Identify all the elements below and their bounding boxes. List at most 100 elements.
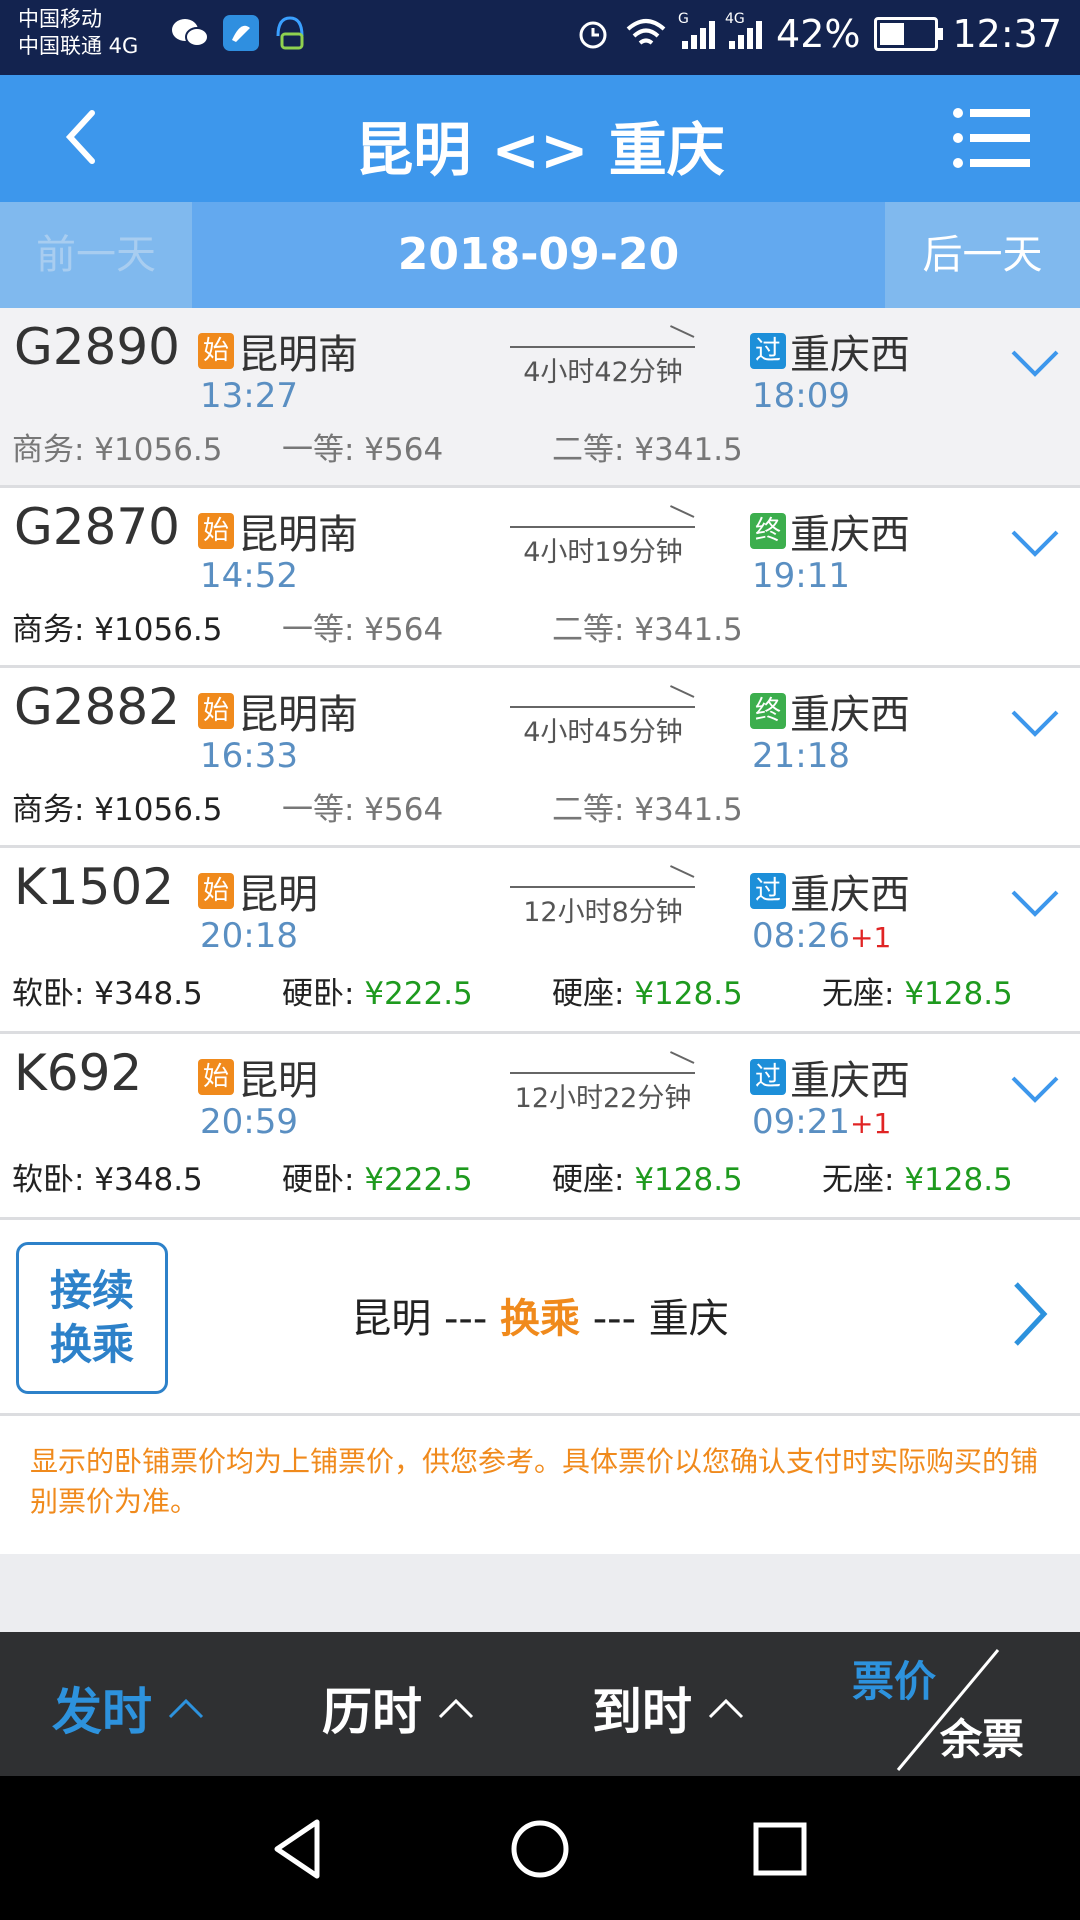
train-number: G2870 [14, 498, 180, 556]
train-number: K692 [14, 1044, 143, 1102]
train-row[interactable]: G2890 始 昆明南 13:27 4小时42分钟 过 重庆西 18:09 商务… [0, 308, 1080, 488]
recents-square-icon[interactable] [745, 1814, 815, 1884]
battery-percent: 42% [776, 12, 861, 56]
back-triangle-icon[interactable] [265, 1814, 335, 1884]
price-business: 商务: ¥1056.5 [12, 792, 223, 828]
train-row[interactable]: G2882 始 昆明南 16:33 4小时45分钟 终 重庆西 21:18 商务… [0, 668, 1080, 848]
to-station: 过 重庆西 [750, 322, 910, 380]
arrive-time: 21:18 [752, 736, 850, 776]
train-row[interactable]: K1502 始 昆明 20:18 12小时8分钟 过 重庆西 08:26+1 软… [0, 848, 1080, 1034]
depart-time: 14:52 [200, 556, 298, 596]
train-number: G2890 [14, 318, 180, 376]
price-second: 二等: ¥341.5 [552, 432, 743, 468]
next-day-button[interactable]: 后一天 [885, 202, 1080, 308]
carrier-info: 中国移动 中国联通 4G [18, 6, 138, 60]
depart-time: 16:33 [200, 736, 298, 776]
price-hard-sleeper: 硬卧: ¥222.5 [282, 976, 473, 1012]
price-hard-seat: 硬座: ¥128.5 [552, 1162, 743, 1198]
duration: 12小时22分钟 [508, 1051, 698, 1114]
depart-time: 13:27 [200, 376, 298, 416]
pass-badge: 过 [750, 1059, 786, 1095]
status-bar: 中国移动 中国联通 4G G 4G 42% 12:37 [0, 0, 1080, 75]
price-business: 商务: ¥1056.5 [12, 612, 223, 648]
arrive-time: 08:26+1 [752, 916, 892, 956]
price-second: 二等: ¥341.5 [552, 792, 743, 828]
arrive-time: 19:11 [752, 556, 850, 596]
alarm-icon [579, 21, 607, 49]
to-station: 终 重庆西 [750, 502, 910, 560]
sort-duration-button[interactable]: 历时 [322, 1672, 474, 1744]
date-display[interactable]: 2018-09-20 [192, 202, 885, 308]
chevron-down-icon[interactable] [1010, 528, 1060, 558]
end-badge: 终 [750, 693, 786, 729]
train-row[interactable]: K692 始 昆明 20:59 12小时22分钟 过 重庆西 09:21+1 软… [0, 1034, 1080, 1220]
battery-icon [874, 17, 944, 51]
list-menu-icon[interactable] [952, 105, 1030, 171]
train-row[interactable]: G2870 始 昆明南 14:52 4小时19分钟 终 重庆西 19:11 商务… [0, 488, 1080, 668]
sort-depart-button[interactable]: 发时 [52, 1672, 204, 1744]
train-number: K1502 [14, 858, 175, 916]
transfer-section[interactable]: 接续 换乘 昆明 --- 换乘 --- 重庆 [0, 1220, 1080, 1416]
system-nav-bar [0, 1776, 1080, 1920]
carrier-2: 中国联通 4G [18, 34, 139, 58]
date-bar: 前一天 2018-09-20 后一天 [0, 202, 1080, 308]
train-list: G2890 始 昆明南 13:27 4小时42分钟 过 重庆西 18:09 商务… [0, 308, 1080, 1220]
start-badge: 始 [198, 333, 234, 369]
notification-icons [170, 14, 308, 52]
to-station: 终 重庆西 [750, 682, 910, 740]
price-soft-sleeper: 软卧: ¥348.5 [12, 1162, 203, 1198]
chevron-down-icon[interactable] [1010, 1074, 1060, 1104]
arrive-time: 18:09 [752, 376, 850, 416]
remain-label: 余票 [940, 1715, 1025, 1764]
wechat-icon [172, 19, 209, 47]
chevron-down-icon[interactable] [1010, 888, 1060, 918]
start-badge: 始 [198, 1059, 234, 1095]
price-hard-sleeper: 硬卧: ¥222.5 [282, 1162, 473, 1198]
end-badge: 终 [750, 513, 786, 549]
sort-bar: 发时 历时 到时 票价 余票 [0, 1632, 1080, 1776]
train-number: G2882 [14, 678, 180, 736]
chevron-down-icon[interactable] [1010, 708, 1060, 738]
sort-arrive-button[interactable]: 到时 [592, 1672, 744, 1744]
price-no-seat: 无座: ¥128.5 [822, 1162, 1013, 1198]
from-station: 始 昆明 [198, 862, 318, 920]
home-circle-icon[interactable] [505, 1814, 575, 1884]
price-hard-seat: 硬座: ¥128.5 [552, 976, 743, 1012]
prev-day-button[interactable]: 前一天 [0, 202, 192, 308]
duration: 4小时45分钟 [508, 685, 698, 748]
duration: 4小时19分钟 [508, 505, 698, 568]
clock: 12:37 [952, 12, 1062, 56]
price-no-seat: 无座: ¥128.5 [822, 976, 1013, 1012]
price-second: 二等: ¥341.5 [552, 612, 743, 648]
note-text: 显示的卧铺票价均为上铺票价，供您参考。具体票价以您确认支付时实际购买的铺别票价为… [30, 1445, 1039, 1518]
app-header: 昆明 <> 重庆 [0, 75, 1080, 202]
to-station: 过 重庆西 [750, 1048, 910, 1106]
depart-time: 20:18 [200, 916, 298, 956]
arrive-time: 09:21+1 [752, 1102, 892, 1142]
chevron-up-icon [708, 1698, 744, 1719]
start-badge: 始 [198, 693, 234, 729]
signal-icon-1: G [678, 11, 716, 49]
duration: 4小时42分钟 [508, 325, 698, 388]
from-station: 始 昆明南 [198, 502, 358, 560]
status-right: G 4G 42% 12:37 [576, 11, 1062, 56]
page-title: 昆明 <> 重庆 [355, 116, 725, 184]
price-soft-sleeper: 软卧: ¥348.5 [12, 976, 203, 1012]
to-station: 过 重庆西 [750, 862, 910, 920]
from-station: 始 昆明 [198, 1048, 318, 1106]
pass-badge: 过 [750, 873, 786, 909]
duration: 12小时8分钟 [508, 865, 698, 928]
depart-time: 20:59 [200, 1102, 298, 1142]
price-first: 一等: ¥564 [282, 792, 444, 828]
app-notification-icon [223, 15, 259, 51]
start-badge: 始 [198, 513, 234, 549]
price-first: 一等: ¥564 [282, 612, 444, 648]
from-station: 始 昆明南 [198, 322, 358, 380]
chevron-right-icon[interactable] [1010, 1280, 1050, 1348]
chevron-down-icon[interactable] [1010, 348, 1060, 378]
signal-icon-2: 4G [725, 11, 763, 49]
carrier-1: 中国移动 [18, 7, 102, 31]
transfer-route: 昆明 --- 换乘 --- 重庆 [351, 1296, 729, 1342]
from-station: 始 昆明南 [198, 682, 358, 740]
chevron-up-icon [168, 1698, 204, 1719]
